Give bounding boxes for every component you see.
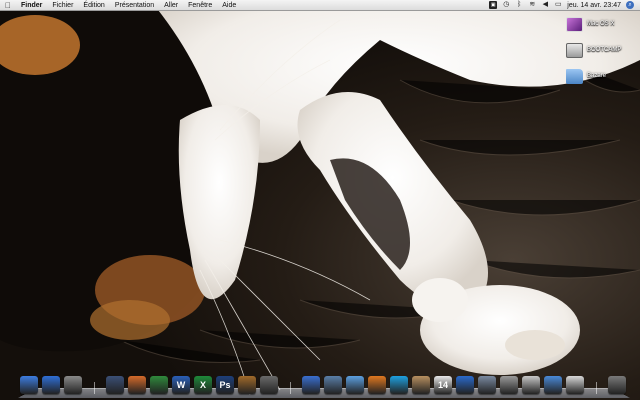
dock-separator xyxy=(94,382,95,394)
desktop-icon-label: Bazare xyxy=(587,73,607,79)
menu-fenetre[interactable]: Fenêtre xyxy=(183,2,217,9)
dock-item-finder[interactable] xyxy=(20,376,38,394)
dock-item-address-book[interactable] xyxy=(412,376,430,394)
dock-item-text-edit[interactable] xyxy=(522,376,540,394)
disk-icon xyxy=(566,16,583,32)
bluetooth-icon[interactable]: ᛒ xyxy=(515,1,523,9)
dock-item-mail[interactable] xyxy=(478,376,496,394)
apple-icon[interactable]:  xyxy=(0,1,16,10)
battery-icon[interactable]: ▭ xyxy=(554,1,562,9)
dock-item-applications-stack[interactable] xyxy=(566,376,584,394)
dock-separator xyxy=(596,382,597,394)
dock-item-keynote[interactable] xyxy=(128,376,146,394)
dock-item-script-editor[interactable] xyxy=(106,376,124,394)
ps-icon: Ps xyxy=(219,380,231,390)
menu-bar:  Finder Fichier Édition Présentation Al… xyxy=(0,0,640,11)
calendar-icon: 14 xyxy=(437,380,448,390)
desktop-icon-bazare[interactable]: Bazare xyxy=(566,66,626,86)
volume-icon[interactable]: ◀ xyxy=(541,1,549,9)
menu-fichier[interactable]: Fichier xyxy=(47,2,78,9)
dock-separator xyxy=(290,382,291,394)
dock-item-skype[interactable] xyxy=(390,376,408,394)
folder-icon xyxy=(566,68,583,84)
menubar-clock[interactable]: jeu. 14 avr. 23:47 xyxy=(567,2,621,9)
dock-item-ical[interactable]: 14 xyxy=(434,376,452,394)
wifi-icon[interactable]: ≋ xyxy=(528,1,536,9)
dock-item-downloads[interactable] xyxy=(544,376,562,394)
time-machine-icon[interactable]: ◷ xyxy=(502,1,510,9)
dock-item-app-store[interactable] xyxy=(42,376,60,394)
dock-icons: W X Ps 14 xyxy=(18,374,630,394)
x-icon: X xyxy=(199,380,206,390)
dock-item-system-preferences[interactable] xyxy=(64,376,82,394)
menu-aide[interactable]: Aide xyxy=(217,2,241,9)
dock-item-itunes[interactable] xyxy=(302,376,320,394)
desktop-icon-label: BOOTCAMP xyxy=(587,47,622,53)
dock-item-excel[interactable]: X xyxy=(194,376,212,394)
dock-item-safari[interactable] xyxy=(346,376,364,394)
desktop-icon-macosx[interactable]: Mac OS X xyxy=(566,14,626,34)
dock-item-numbers[interactable] xyxy=(150,376,168,394)
dock-item-photoshop[interactable]: Ps xyxy=(216,376,234,394)
desktop-icon-bootcamp[interactable]: BOOTCAMP xyxy=(566,40,626,60)
dock-item-word[interactable]: W xyxy=(172,376,190,394)
dock: W X Ps 14 xyxy=(18,372,630,398)
screen-icon[interactable]: ▣ xyxy=(489,1,498,9)
menu-presentation[interactable]: Présentation xyxy=(110,2,159,9)
spotlight-icon[interactable]: ⌕ xyxy=(626,1,634,9)
menu-edition[interactable]: Édition xyxy=(78,2,109,9)
dock-item-firefox[interactable] xyxy=(368,376,386,394)
desktop-icon-label: Mac OS X xyxy=(587,21,615,27)
disk-icon xyxy=(566,42,583,58)
menu-aller[interactable]: Aller xyxy=(159,2,183,9)
dock-item-aperture[interactable] xyxy=(260,376,278,394)
menu-finder[interactable]: Finder xyxy=(16,2,47,9)
cat-photo xyxy=(0,0,640,400)
status-tray: ▣ ◷ ᛒ ≋ ◀ ▭ jeu. 14 avr. 23:47 ⌕ xyxy=(489,1,640,9)
desktop-icons: Mac OS X BOOTCAMP Bazare xyxy=(566,14,626,86)
desktop-wallpaper xyxy=(0,0,640,400)
dock-item-trash[interactable] xyxy=(608,376,626,394)
w-icon: W xyxy=(176,380,186,390)
dock-item-disk-utility[interactable] xyxy=(500,376,518,394)
dock-item-iphoto[interactable] xyxy=(238,376,256,394)
dock-item-preview[interactable] xyxy=(324,376,342,394)
dock-item-google-earth[interactable] xyxy=(456,376,474,394)
